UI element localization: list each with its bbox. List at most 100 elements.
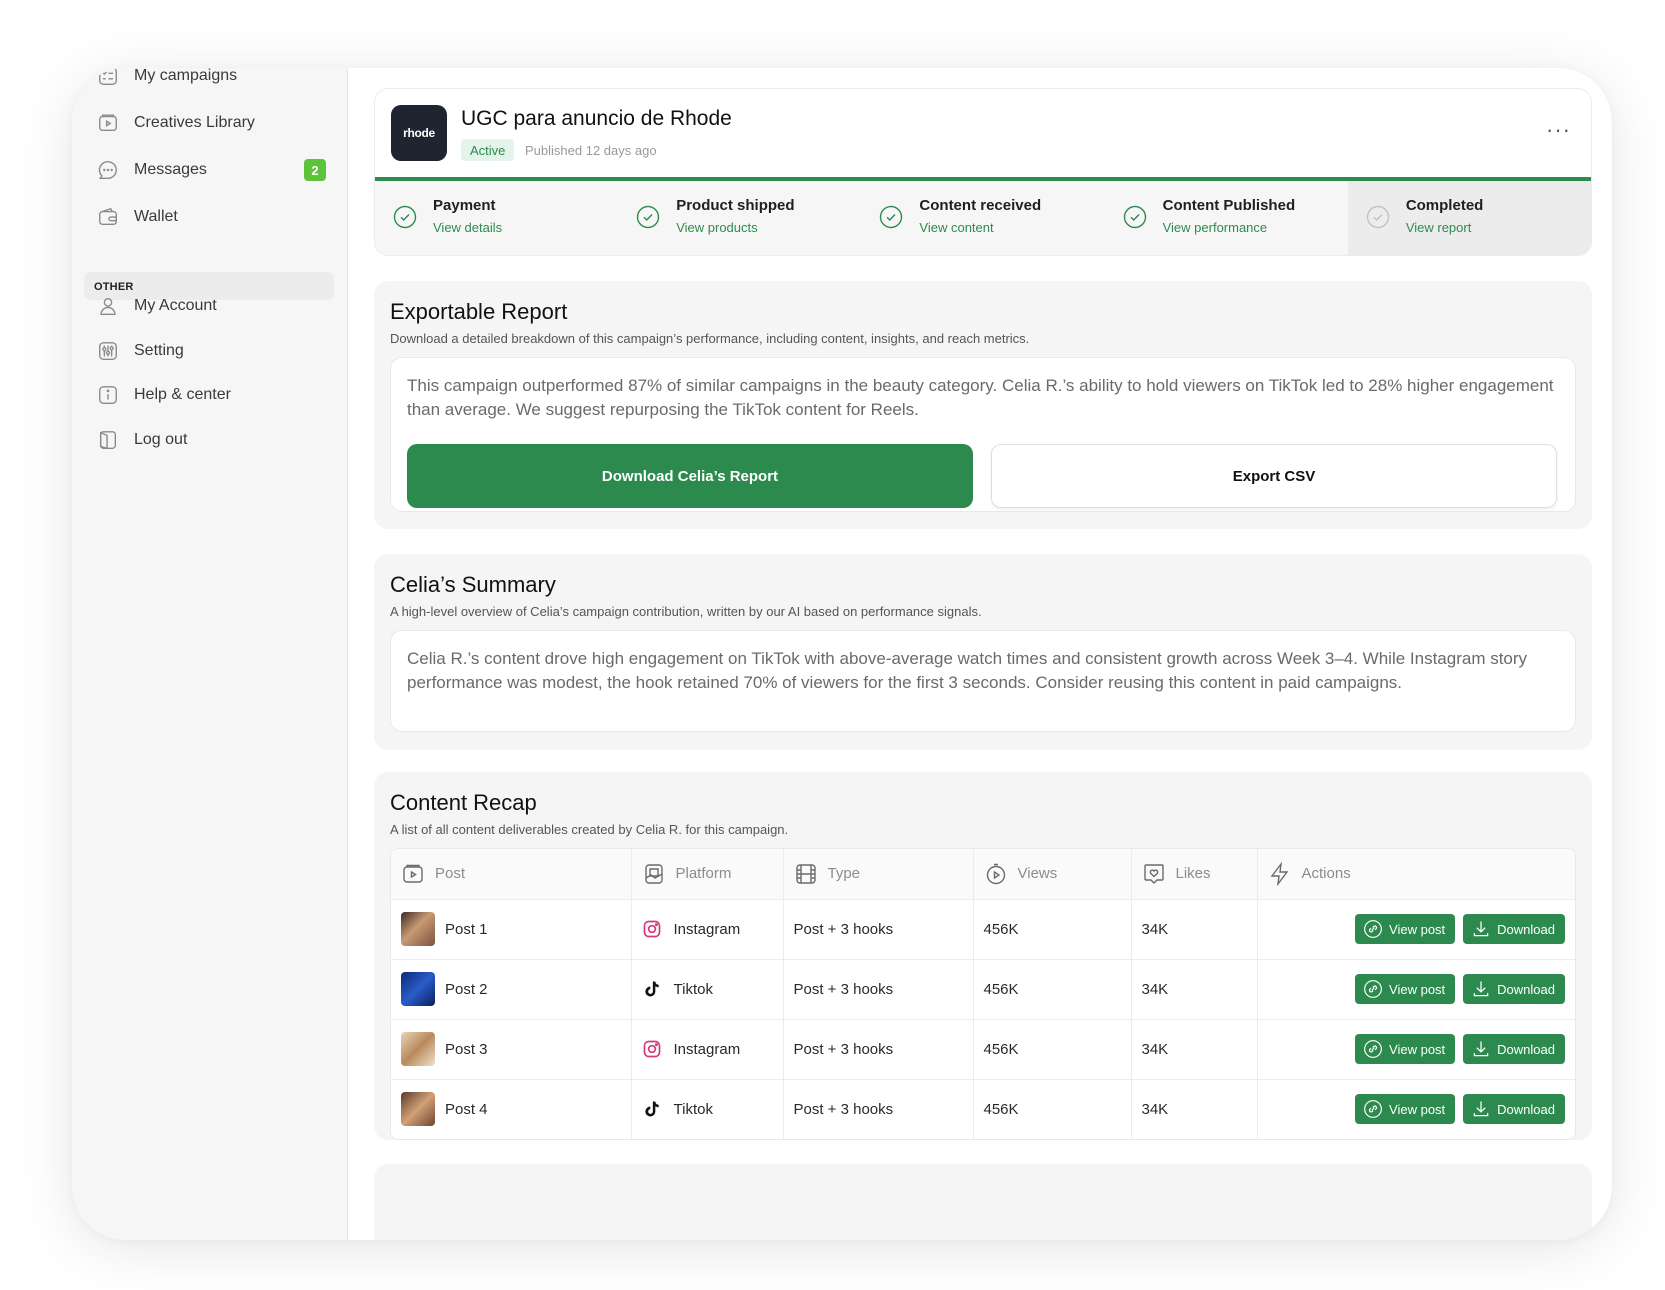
- view-post-button[interactable]: View post: [1355, 1094, 1456, 1125]
- chat-icon: [96, 158, 120, 182]
- sidebar-item-creatives-library[interactable]: Creatives Library: [96, 105, 326, 141]
- likes-count: 34K: [1131, 1079, 1258, 1139]
- report-insight-text: This campaign outperformed 87% of simila…: [407, 376, 1554, 419]
- sidebar-item-label: My campaigns: [134, 68, 238, 84]
- export-csv-button[interactable]: Export CSV: [991, 444, 1557, 508]
- sidebar-item-label: My Account: [134, 297, 217, 314]
- download-button[interactable]: Download: [1463, 1094, 1565, 1125]
- video-folder-icon: [96, 111, 120, 135]
- check-circle-icon: [880, 205, 903, 229]
- column-header-type[interactable]: Type: [783, 849, 974, 900]
- table-row: Post 4 Tiktok Post + 3 hooks 456K 34K Vi…: [391, 1079, 1575, 1139]
- sidebar-item-help-center[interactable]: Help & center: [96, 377, 326, 413]
- logout-icon: [96, 428, 120, 452]
- column-header-post[interactable]: Post: [391, 849, 632, 900]
- step-link-view-details[interactable]: View details: [433, 220, 502, 235]
- table-header-row: Post Platform Type Views Likes Actions: [391, 849, 1575, 900]
- sidebar-item-setting[interactable]: Setting: [96, 333, 326, 369]
- column-header-platform[interactable]: Platform: [631, 849, 784, 900]
- report-box: This campaign outperformed 87% of simila…: [390, 357, 1576, 512]
- link-icon: [1364, 1100, 1382, 1119]
- sidebar-item-label: Log out: [134, 431, 188, 448]
- sidebar-item-my-campaigns[interactable]: My campaigns: [96, 68, 326, 94]
- post-thumbnail: [401, 972, 435, 1006]
- page-title: UGC para anuncio de Rhode: [461, 107, 732, 130]
- tiktok-icon: [644, 981, 659, 997]
- check-circle-icon: [393, 205, 417, 229]
- sidebar-item-label: Creatives Library: [134, 114, 255, 131]
- step-title: Product shipped: [676, 197, 795, 214]
- video-icon: [403, 864, 423, 883]
- user-icon: [96, 294, 120, 318]
- views-count: 456K: [973, 1019, 1132, 1080]
- platform-name: Instagram: [673, 920, 741, 938]
- sidebar-item-messages[interactable]: Messages 2: [96, 152, 326, 188]
- section-title: Exportable Report: [390, 299, 568, 324]
- views-count: 456K: [973, 899, 1132, 960]
- download-icon: [1473, 981, 1489, 997]
- lightning-icon: [1270, 861, 1288, 886]
- check-circle-icon: [637, 205, 660, 229]
- views-count: 456K: [973, 1079, 1132, 1139]
- step-link-view-performance[interactable]: View performance: [1163, 220, 1296, 235]
- download-button[interactable]: Download: [1463, 974, 1565, 1004]
- content-recap-section: Content Recap A list of all content deli…: [374, 772, 1592, 1140]
- section-title: Celia’s Summary: [390, 572, 556, 597]
- download-button[interactable]: Download: [1463, 1034, 1565, 1064]
- section-subtitle: A list of all content deliverables creat…: [390, 822, 789, 837]
- table-row: Post 3 Instagram Post + 3 hooks 456K 34K: [391, 1019, 1575, 1080]
- wallet-icon: [96, 205, 120, 229]
- instagram-icon: [643, 1040, 660, 1058]
- more-options-icon[interactable]: ···: [1546, 117, 1571, 143]
- step-link-view-content[interactable]: View content: [919, 220, 1041, 235]
- link-icon: [1364, 1040, 1382, 1058]
- section-subtitle: A high-level overview of Celia’s campaig…: [390, 604, 982, 619]
- link-icon: [1364, 980, 1382, 998]
- content-type: Post + 3 hooks: [783, 1079, 974, 1139]
- heart-chat-icon: [1143, 864, 1164, 884]
- likes-count: 34K: [1131, 899, 1258, 960]
- likes-count: 34K: [1131, 1019, 1258, 1080]
- play-timer-icon: [986, 863, 1005, 884]
- phone-icon: [644, 864, 663, 884]
- sidebar: My campaigns Creatives Library Messages …: [72, 68, 348, 1240]
- column-header-views[interactable]: Views: [973, 849, 1132, 900]
- column-header-likes[interactable]: Likes: [1131, 849, 1258, 900]
- step-link-view-products[interactable]: View products: [676, 220, 794, 235]
- platform-name: Tiktok: [673, 980, 713, 998]
- check-circle-icon: [1123, 205, 1146, 229]
- platform-name: Instagram: [673, 1040, 741, 1058]
- step-product-shipped: Product shipped View products: [618, 181, 861, 255]
- summary-text: Celia R.’s content drove high engagement…: [407, 649, 1528, 692]
- step-link-view-report[interactable]: View report: [1406, 220, 1484, 235]
- summary-section: Celia’s Summary A high-level overview of…: [374, 554, 1592, 750]
- sidebar-item-log-out[interactable]: Log out: [96, 422, 326, 458]
- view-post-button[interactable]: View post: [1355, 914, 1456, 944]
- post-thumbnail: [401, 912, 435, 946]
- post-thumbnail: [401, 1032, 435, 1066]
- content-type: Post + 3 hooks: [783, 1019, 974, 1080]
- summary-box: Celia R.’s content drove high engagement…: [390, 630, 1576, 732]
- exportable-report-section: Exportable Report Download a detailed br…: [374, 281, 1592, 529]
- view-post-button[interactable]: View post: [1355, 974, 1456, 1004]
- step-title: Content Published: [1162, 197, 1296, 214]
- next-section: [374, 1164, 1592, 1240]
- step-title: Content received: [919, 197, 1042, 214]
- step-title: Completed: [1405, 197, 1484, 214]
- campaign-steps: Payment View details Product shipped Vie…: [375, 181, 1591, 255]
- sidebar-item-label: Wallet: [134, 208, 178, 225]
- main-content: rhode UGC para anuncio de Rhode Active P…: [348, 68, 1612, 1240]
- sidebar-item-my-account[interactable]: My Account: [96, 288, 326, 324]
- column-header-actions: Actions: [1257, 849, 1575, 900]
- likes-count: 34K: [1131, 959, 1258, 1020]
- sidebar-item-label: Setting: [134, 342, 184, 359]
- download-report-button[interactable]: Download Celia’s Report: [407, 444, 973, 508]
- view-post-button[interactable]: View post: [1355, 1034, 1456, 1064]
- download-button[interactable]: Download: [1463, 914, 1565, 944]
- tiktok-icon: [644, 1101, 659, 1117]
- step-payment: Payment View details: [375, 181, 618, 255]
- table-row: Post 1 Instagram Post + 3 hooks 456K 34K: [391, 899, 1575, 960]
- sidebar-item-wallet[interactable]: Wallet: [96, 199, 326, 235]
- status-badge: Active: [461, 139, 515, 161]
- sliders-icon: [96, 339, 120, 363]
